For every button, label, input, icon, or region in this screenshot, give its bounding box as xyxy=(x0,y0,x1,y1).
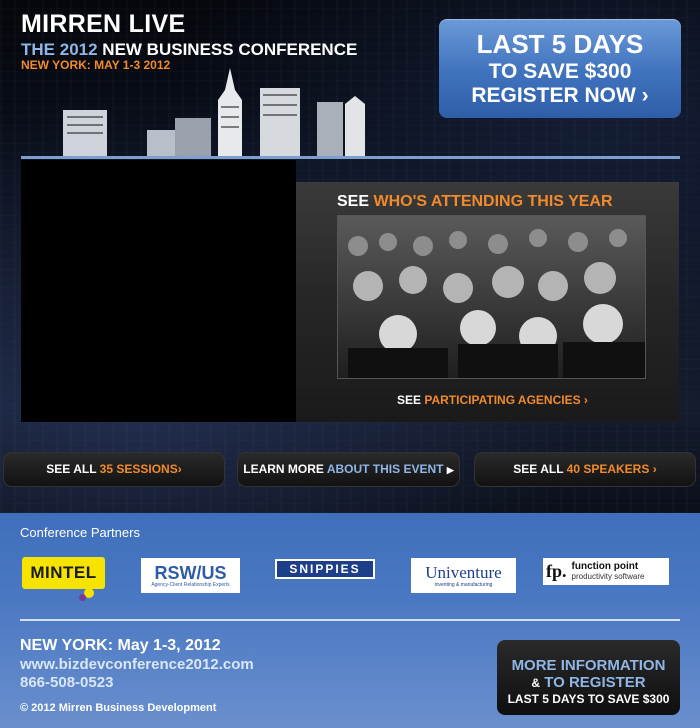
copyright: © 2012 Mirren Business Development xyxy=(20,702,217,714)
sessions-prefix: SEE ALL xyxy=(46,462,97,476)
video-player[interactable] xyxy=(21,160,296,422)
play-arrow-icon: ▶ xyxy=(446,465,454,475)
partners-label: Conference Partners xyxy=(20,525,140,540)
subtitle-the: THE xyxy=(21,40,55,59)
see-all-sessions-button[interactable]: SEE ALL 35 SESSIONS› xyxy=(3,452,225,487)
mintel-dot-icon xyxy=(79,594,86,601)
mintel-wordmark: MINTEL xyxy=(30,563,97,582)
more-info-register: TO REGISTER xyxy=(544,674,646,691)
skyline-building xyxy=(345,96,365,158)
univenture-tagline: inventing & manufacturing xyxy=(434,581,493,588)
about-accent: ABOUT THIS EVENT xyxy=(326,462,444,476)
skyline-building xyxy=(260,88,300,158)
skyline-illustration xyxy=(63,68,365,158)
agencies-label: PARTICIPATING AGENCIES › xyxy=(424,393,588,407)
register-line-3: REGISTER NOW › xyxy=(471,84,649,107)
more-information-button[interactable]: MORE INFORMATION & TO REGISTER LAST 5 DA… xyxy=(497,640,680,715)
attending-heading-see: SEE xyxy=(337,193,370,210)
speakers-accent: 40 SPEAKERS › xyxy=(566,462,657,476)
about-prefix: LEARN MORE xyxy=(243,462,324,476)
speakers-prefix: SEE ALL xyxy=(513,462,564,476)
participating-agencies-link[interactable]: SEE PARTICIPATING AGENCIES › xyxy=(397,393,588,407)
skyline-tower xyxy=(218,68,242,158)
attending-heading-link[interactable]: WHO'S ATTENDING THIS YEAR xyxy=(373,193,612,210)
snippies-wordmark: SNIPPIES xyxy=(289,562,361,576)
crowd-image xyxy=(338,216,645,378)
univenture-wordmark: Univenture xyxy=(425,562,502,582)
skyline-building xyxy=(175,118,211,158)
hero-divider xyxy=(21,156,680,159)
brand-title: MIRREN LIVE xyxy=(21,10,186,38)
rsw-tagline: Agency-Client Relationship Experts xyxy=(151,581,230,588)
footer: Conference Partners MINTEL RSW/US Agency… xyxy=(0,513,700,728)
agencies-see: SEE xyxy=(397,393,422,407)
see-all-speakers-button[interactable]: SEE ALL 40 SPEAKERS › xyxy=(474,452,696,487)
register-line-1: LAST 5 DAYS xyxy=(476,29,644,59)
attending-panel: SEE WHO'S ATTENDING THIS YEAR SEE PARTIC… xyxy=(296,182,679,422)
website-link[interactable]: www.bizdevconference2012.com xyxy=(20,656,254,673)
subtitle-rest: NEW BUSINESS CONFERENCE xyxy=(102,40,358,59)
more-info-line-1: MORE INFORMATION xyxy=(511,657,666,674)
fp-line-2: productivity software xyxy=(571,571,645,581)
attending-heading[interactable]: SEE WHO'S ATTENDING THIS YEAR xyxy=(337,193,613,211)
partner-logo-function-point[interactable]: fp. function point productivity software xyxy=(543,558,669,585)
hero-banner: MIRREN LIVE THE 2012 NEW BUSINESS CONFER… xyxy=(0,0,700,513)
attendees-photo[interactable] xyxy=(337,215,646,379)
footer-divider xyxy=(20,619,680,621)
more-info-line-3: LAST 5 DAYS TO SAVE $300 xyxy=(507,692,670,706)
partner-logo-snippies[interactable]: SNIPPIES xyxy=(275,559,375,579)
register-line-2: TO SAVE $300 xyxy=(488,60,632,83)
partner-logo-univenture[interactable]: Univenture inventing & manufacturing xyxy=(411,558,516,593)
rsw-wordmark: RSW/US xyxy=(154,562,227,583)
skyline-building xyxy=(317,102,343,158)
more-info-line-2: & TO REGISTER xyxy=(497,674,680,691)
register-now-button[interactable]: LAST 5 DAYS TO SAVE $300 REGISTER NOW › xyxy=(439,19,681,118)
more-info-amp: & xyxy=(531,676,541,690)
learn-more-button[interactable]: LEARN MORE ABOUT THIS EVENT ▶ xyxy=(237,452,460,487)
phone-number: 866-508-0523 xyxy=(20,674,114,691)
subtitle-year: 2012 xyxy=(59,40,98,59)
contact-city: NEW YORK: May 1-3, 2012 xyxy=(20,637,221,654)
partner-logo-mintel[interactable]: MINTEL xyxy=(22,557,105,601)
brand-subtitle: THE 2012 NEW BUSINESS CONFERENCE xyxy=(21,40,357,60)
partner-logo-rsw[interactable]: RSW/US Agency-Client Relationship Expert… xyxy=(141,558,240,593)
fp-text: function point productivity software xyxy=(571,560,645,582)
sessions-accent: 35 SESSIONS› xyxy=(99,462,182,476)
fp-mark: fp. xyxy=(546,561,567,581)
fp-line-1: function point xyxy=(571,560,639,572)
